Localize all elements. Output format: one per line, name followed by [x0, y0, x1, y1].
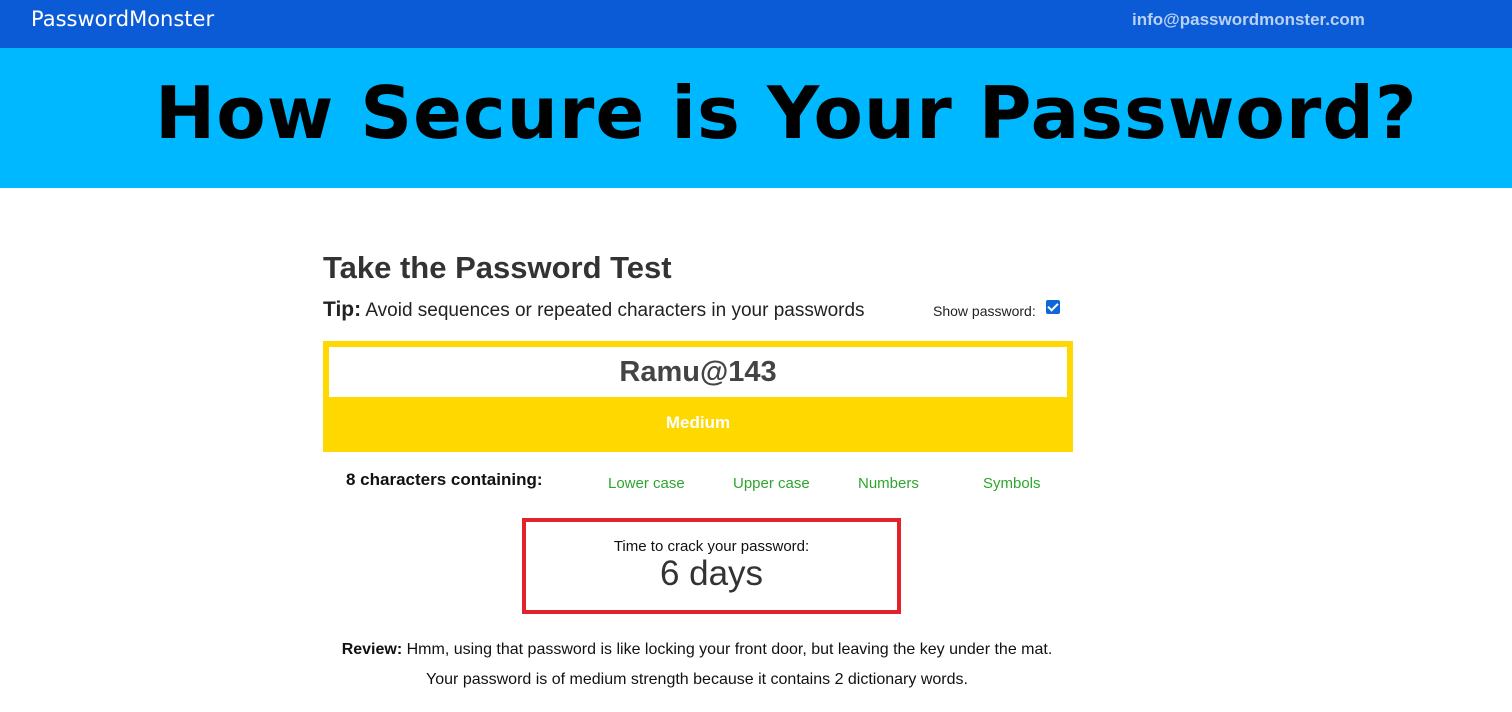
review-text: Review: Hmm, using that password is like…: [0, 641, 1394, 659]
show-password-toggle[interactable]: Show password:: [933, 300, 1060, 319]
page-headline: How Secure is Your Password?: [155, 71, 1418, 155]
password-test-title: Take the Password Test: [323, 250, 672, 285]
password-input[interactable]: [329, 347, 1067, 397]
feature-lower-case: Lower case: [608, 475, 685, 492]
review-label: Review:: [341, 641, 403, 658]
tip-label: Tip:: [323, 298, 362, 321]
review-detail: Your password is of medium strength beca…: [426, 671, 968, 688]
feature-numbers: Numbers: [858, 475, 919, 492]
show-password-checkbox[interactable]: [1045, 300, 1060, 314]
character-count-summary: 8 characters containing:: [346, 470, 543, 489]
top-navigation-bar: PasswordMonster info@passwordmonster.com: [0, 0, 1512, 48]
feature-upper-case: Upper case: [733, 475, 810, 492]
crack-time-value: 6 days: [659, 554, 764, 593]
show-password-label: Show password:: [933, 303, 1036, 319]
tip-message: Avoid sequences or repeated characters i…: [361, 300, 865, 321]
review-message: Hmm, using that password is like locking…: [402, 641, 1053, 658]
crack-time-label: Time to crack your password:: [613, 538, 810, 555]
crack-time-box: Time to crack your password: 6 days: [522, 518, 901, 614]
contact-email-link[interactable]: info@passwordmonster.com: [1132, 10, 1365, 30]
tip-text: Tip: Avoid sequences or repeated charact…: [323, 298, 865, 322]
password-strength-box: Medium: [323, 341, 1073, 452]
brand-logo-link[interactable]: PasswordMonster: [31, 7, 214, 31]
feature-symbols: Symbols: [983, 475, 1041, 492]
strength-label: Medium: [665, 413, 731, 432]
